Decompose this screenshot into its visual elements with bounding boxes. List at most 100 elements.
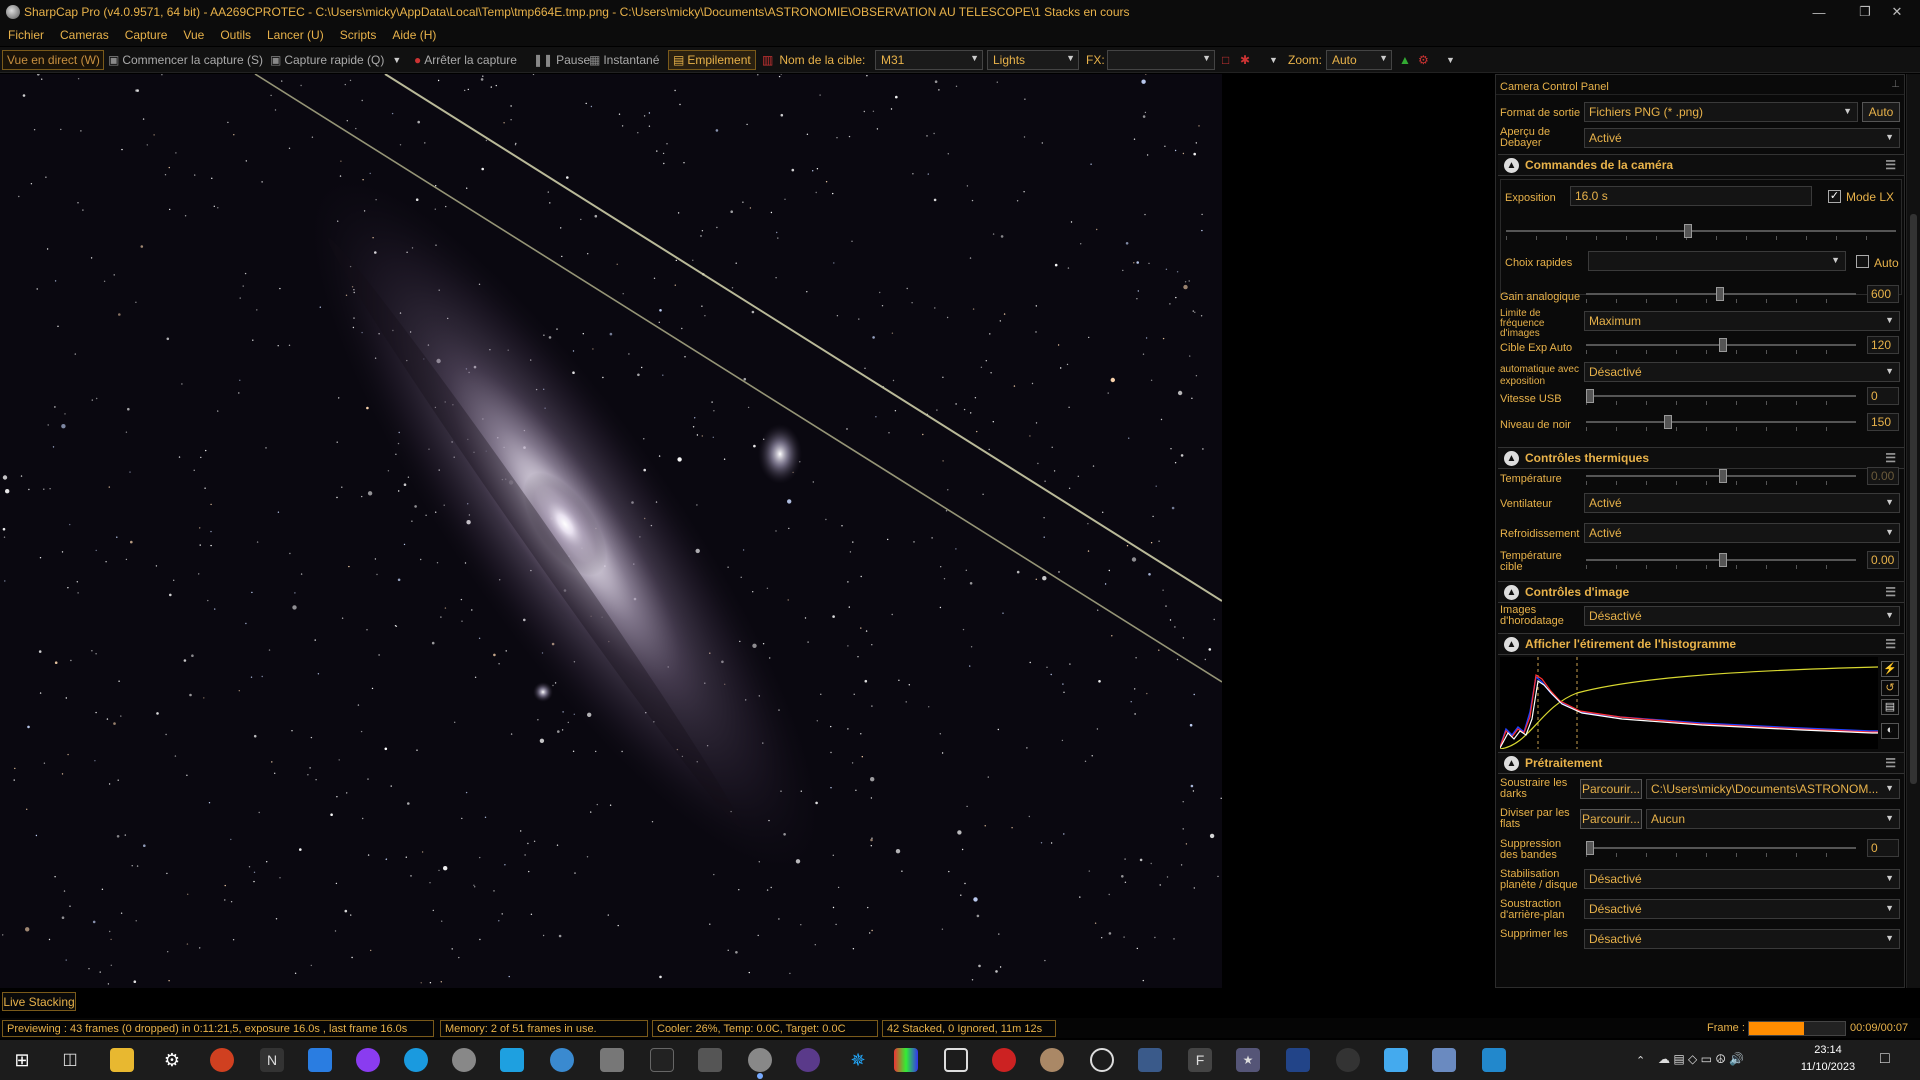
messenger-icon[interactable] bbox=[356, 1048, 380, 1072]
autoexp-target-value[interactable]: 120 bbox=[1867, 336, 1899, 354]
app-icon-13[interactable] bbox=[1138, 1048, 1162, 1072]
black-level-slider[interactable] bbox=[1586, 415, 1856, 431]
clock-date[interactable]: 11/10/2023 bbox=[1796, 1061, 1860, 1073]
notion-icon[interactable]: N bbox=[260, 1048, 284, 1072]
app-icon-10[interactable] bbox=[992, 1048, 1016, 1072]
histogram-chart[interactable] bbox=[1500, 657, 1878, 749]
file-explorer-icon[interactable] bbox=[110, 1048, 134, 1072]
menu-cameras[interactable]: Cameras bbox=[52, 28, 117, 42]
gain-value[interactable]: 600 bbox=[1867, 285, 1899, 303]
banding-slider[interactable] bbox=[1586, 841, 1856, 857]
panel-scrollbar[interactable] bbox=[1906, 74, 1920, 988]
slider-thumb[interactable] bbox=[1664, 415, 1672, 429]
pin-icon[interactable]: ⊥ bbox=[1891, 79, 1900, 90]
image-viewer[interactable] bbox=[0, 74, 1222, 988]
app-icon-11[interactable] bbox=[1040, 1048, 1064, 1072]
app-icon-7[interactable] bbox=[698, 1048, 722, 1072]
focus-icon[interactable]: ⚙ bbox=[1418, 50, 1429, 70]
collapse-icon[interactable]: ▲ bbox=[1504, 157, 1519, 173]
background-select[interactable]: Désactivé ▼ bbox=[1584, 899, 1900, 919]
app-icon-5[interactable] bbox=[600, 1048, 624, 1072]
start-capture-button[interactable]: ▣ Commencer la capture (S) bbox=[108, 50, 263, 70]
target-temp-value[interactable]: 0.00 bbox=[1867, 551, 1899, 569]
quick-choices-select[interactable]: ▼ bbox=[1588, 251, 1846, 271]
app-icon-8[interactable] bbox=[894, 1048, 918, 1072]
menu-icon[interactable]: ☰ bbox=[1885, 585, 1896, 599]
timestamp-select[interactable]: Désactivé ▼ bbox=[1584, 606, 1900, 626]
banding-value[interactable]: 0 bbox=[1867, 839, 1899, 857]
section-camera-controls[interactable]: ▲ Commandes de la caméra ☰ bbox=[1498, 154, 1904, 176]
menu-lancer[interactable]: Lancer (U) bbox=[259, 28, 332, 42]
section-histogram[interactable]: ▲ Afficher l'étirement de l'histogramme ☰ bbox=[1498, 633, 1904, 655]
usb-speed-value[interactable]: 0 bbox=[1867, 387, 1899, 405]
menu-outils[interactable]: Outils bbox=[212, 28, 259, 42]
black-level-value[interactable]: 150 bbox=[1867, 413, 1899, 431]
exposure-slider[interactable] bbox=[1506, 224, 1896, 240]
app-icon-18[interactable] bbox=[1384, 1048, 1408, 1072]
stabilize-select[interactable]: Désactivé ▼ bbox=[1584, 869, 1900, 889]
edge-icon[interactable] bbox=[404, 1048, 428, 1072]
menu-icon[interactable]: ☰ bbox=[1885, 158, 1896, 172]
slider-thumb[interactable] bbox=[1586, 389, 1594, 403]
app-icon-9[interactable] bbox=[944, 1048, 968, 1072]
menu-fichier[interactable]: Fichier bbox=[0, 28, 52, 42]
app-icon-14[interactable]: F bbox=[1188, 1048, 1212, 1072]
darks-select[interactable]: C:\Users\micky\Documents\ASTRONOM... ▼ bbox=[1646, 779, 1900, 799]
reset-icon[interactable]: ↺ bbox=[1881, 680, 1899, 696]
settings-icon[interactable]: ⚙ bbox=[160, 1048, 184, 1072]
fan-select[interactable]: Activé ▼ bbox=[1584, 493, 1900, 513]
gain-slider[interactable] bbox=[1586, 287, 1856, 303]
section-image-controls[interactable]: ▲ Contrôles d'image ☰ bbox=[1498, 581, 1904, 603]
star-app-icon[interactable]: ✵ bbox=[846, 1048, 870, 1072]
app-icon-1[interactable] bbox=[210, 1048, 234, 1072]
sharpcap-taskbar-icon[interactable] bbox=[748, 1048, 772, 1072]
target-name-input[interactable]: M31 ▼ bbox=[875, 50, 983, 70]
cooling-select[interactable]: Activé ▼ bbox=[1584, 523, 1900, 543]
mail-icon[interactable] bbox=[308, 1048, 332, 1072]
notification-icon[interactable]: □ bbox=[1880, 1050, 1890, 1068]
histogram-area[interactable]: ⚡ ↺ ▤ ◐ bbox=[1498, 657, 1904, 751]
output-auto-button[interactable]: Auto bbox=[1862, 102, 1900, 122]
app-icon-15[interactable]: ★ bbox=[1236, 1048, 1260, 1072]
pause-button[interactable]: ❚❚ Pause bbox=[533, 50, 590, 70]
autoexp-target-slider[interactable] bbox=[1586, 338, 1856, 354]
tray-icons[interactable]: ☁ ▤ ◇ ▭ ☮ 🔊 bbox=[1658, 1052, 1744, 1066]
crosshair-icon[interactable]: ✱ bbox=[1240, 50, 1250, 70]
output-format-select[interactable]: Fichiers PNG (* .png) ▼ bbox=[1584, 102, 1858, 122]
minimize-icon[interactable]: — bbox=[1796, 0, 1842, 24]
zoom-select[interactable]: Auto ▼ bbox=[1326, 50, 1392, 70]
menu-icon[interactable]: ☰ bbox=[1885, 451, 1896, 465]
app-icon-2[interactable] bbox=[452, 1048, 476, 1072]
stacking-button[interactable]: ▤ Empilement bbox=[668, 50, 756, 70]
app-icon-20[interactable] bbox=[1482, 1048, 1506, 1072]
collapse-icon[interactable]: ▲ bbox=[1504, 584, 1519, 600]
live-stacking-tab[interactable]: Live Stacking bbox=[2, 992, 76, 1011]
snapshot-button[interactable]: ▦ Instantané bbox=[589, 50, 659, 70]
chevron-down-icon[interactable]: ▼ bbox=[392, 55, 401, 65]
contrast-icon[interactable]: ◐ bbox=[1881, 723, 1899, 739]
chevron-down-icon[interactable]: ▼ bbox=[1269, 50, 1278, 70]
scrollbar-thumb[interactable] bbox=[1910, 214, 1917, 784]
target-temp-slider[interactable] bbox=[1586, 553, 1856, 569]
chevron-up-icon[interactable]: ⌃ bbox=[1636, 1054, 1645, 1067]
app-icon-4[interactable] bbox=[550, 1048, 574, 1072]
close-icon[interactable]: ✕ bbox=[1874, 0, 1920, 24]
slider-thumb[interactable] bbox=[1719, 553, 1727, 567]
histogram-icon[interactable]: ▲ bbox=[1399, 50, 1411, 70]
collapse-icon[interactable]: ▲ bbox=[1504, 450, 1519, 466]
collapse-icon[interactable]: ▲ bbox=[1504, 636, 1519, 652]
fx-select[interactable]: ▼ bbox=[1107, 50, 1215, 70]
chevron-down-icon[interactable]: ▼ bbox=[1446, 50, 1455, 70]
app-icon-3[interactable] bbox=[500, 1048, 524, 1072]
flats-browse-button[interactable]: Parcourir... bbox=[1580, 809, 1642, 829]
windows-start-icon[interactable]: ⊞ bbox=[10, 1048, 34, 1072]
flats-select[interactable]: Aucun ▼ bbox=[1646, 809, 1900, 829]
usb-speed-slider[interactable] bbox=[1586, 389, 1856, 405]
menu-capture[interactable]: Capture bbox=[117, 28, 176, 42]
lx-mode-checkbox[interactable]: ✓ bbox=[1828, 190, 1841, 203]
slider-thumb[interactable] bbox=[1684, 224, 1692, 238]
menu-aide[interactable]: Aide (H) bbox=[384, 28, 444, 42]
quick-auto-checkbox[interactable] bbox=[1856, 255, 1869, 268]
app-icon-6[interactable] bbox=[650, 1048, 674, 1072]
slider-thumb[interactable] bbox=[1716, 287, 1724, 301]
